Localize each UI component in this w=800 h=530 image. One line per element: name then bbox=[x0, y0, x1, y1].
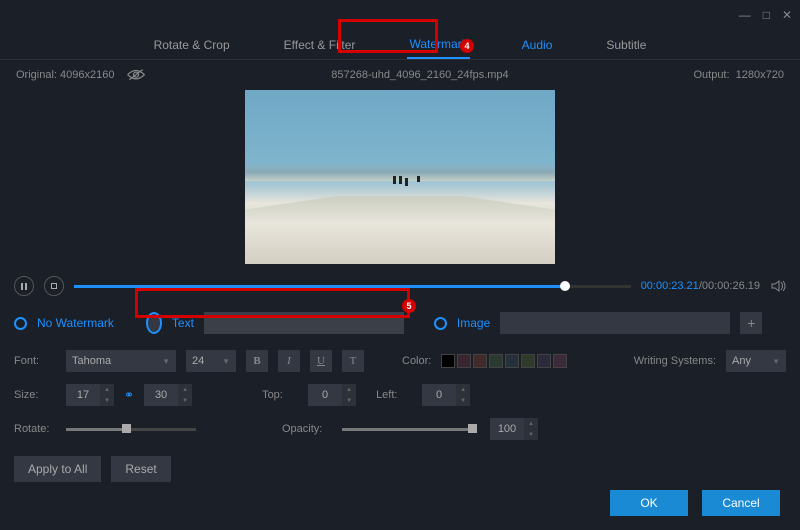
video-preview bbox=[245, 90, 555, 264]
opacity-slider[interactable] bbox=[342, 428, 472, 431]
rotate-slider[interactable] bbox=[66, 428, 196, 431]
chevron-down-icon[interactable]: ▼ bbox=[178, 395, 192, 406]
original-resolution: 4096x2160 bbox=[60, 69, 114, 81]
add-image-button[interactable]: + bbox=[740, 312, 762, 334]
annotation-badge-5: 5 bbox=[402, 299, 416, 313]
font-size-select[interactable]: 24▼ bbox=[186, 350, 236, 372]
chevron-down-icon[interactable]: ▼ bbox=[524, 429, 538, 440]
chevron-down-icon: ▼ bbox=[162, 357, 170, 366]
output-resolution: 1280x720 bbox=[736, 69, 784, 81]
color-swatch[interactable] bbox=[521, 354, 535, 368]
color-label: Color: bbox=[402, 355, 431, 367]
time-current: 00:00:23.21 bbox=[641, 280, 699, 292]
font-label: Font: bbox=[14, 355, 56, 367]
tab-effect-filter[interactable]: Effect & Filter bbox=[282, 32, 358, 58]
link-icon[interactable]: ⚭ bbox=[124, 388, 134, 402]
chevron-down-icon[interactable]: ▼ bbox=[100, 395, 114, 406]
time-duration: 00:00:26.19 bbox=[702, 280, 760, 292]
color-swatch[interactable] bbox=[537, 354, 551, 368]
apply-to-all-button[interactable]: Apply to All bbox=[14, 456, 101, 482]
color-swatch[interactable] bbox=[489, 354, 503, 368]
minimize-button[interactable]: — bbox=[739, 8, 751, 22]
tab-rotate-crop[interactable]: Rotate & Crop bbox=[152, 32, 232, 58]
color-swatch[interactable] bbox=[441, 354, 455, 368]
font-family-select[interactable]: Tahoma▼ bbox=[66, 350, 176, 372]
cancel-button[interactable]: Cancel bbox=[702, 490, 780, 516]
reset-button[interactable]: Reset bbox=[111, 456, 170, 482]
strikethrough-button[interactable]: T bbox=[342, 350, 364, 372]
chevron-up-icon[interactable]: ▲ bbox=[100, 384, 114, 395]
height-stepper[interactable]: 30▲▼ bbox=[144, 384, 192, 406]
chevron-down-icon[interactable]: ▼ bbox=[342, 395, 356, 406]
tab-audio[interactable]: Audio bbox=[520, 32, 555, 58]
chevron-up-icon[interactable]: ▲ bbox=[342, 384, 356, 395]
color-swatch[interactable] bbox=[473, 354, 487, 368]
chevron-up-icon[interactable]: ▲ bbox=[178, 384, 192, 395]
left-label: Left: bbox=[376, 389, 412, 401]
original-label: Original: bbox=[16, 69, 57, 81]
chevron-up-icon[interactable]: ▲ bbox=[524, 418, 538, 429]
color-swatches bbox=[441, 354, 567, 368]
chevron-down-icon[interactable]: ▼ bbox=[456, 395, 470, 406]
top-label: Top: bbox=[262, 389, 298, 401]
text-watermark-input[interactable] bbox=[204, 312, 404, 334]
writing-systems-select[interactable]: Any▼ bbox=[726, 350, 786, 372]
chevron-down-icon: ▼ bbox=[222, 357, 230, 366]
opacity-stepper[interactable]: 100▲▼ bbox=[490, 418, 538, 440]
writing-systems-label: Writing Systems: bbox=[634, 355, 716, 367]
color-swatch[interactable] bbox=[505, 354, 519, 368]
maximize-button[interactable]: □ bbox=[763, 8, 770, 22]
image-path-field[interactable] bbox=[500, 312, 730, 334]
ok-button[interactable]: OK bbox=[610, 490, 688, 516]
size-label: Size: bbox=[14, 389, 56, 401]
pause-button[interactable] bbox=[14, 276, 34, 296]
text-watermark-label[interactable]: Text bbox=[172, 316, 194, 330]
bold-button[interactable]: B bbox=[246, 350, 268, 372]
stop-button[interactable] bbox=[44, 276, 64, 296]
opacity-label: Opacity: bbox=[282, 423, 332, 435]
filename-label: 857268-uhd_4096_2160_24fps.mp4 bbox=[146, 69, 693, 81]
close-button[interactable]: ✕ bbox=[782, 8, 792, 22]
width-stepper[interactable]: 17▲▼ bbox=[66, 384, 114, 406]
radio-text-watermark[interactable] bbox=[146, 312, 162, 334]
rotate-label: Rotate: bbox=[14, 423, 56, 435]
top-stepper[interactable]: 0▲▼ bbox=[308, 384, 356, 406]
tab-subtitle[interactable]: Subtitle bbox=[604, 32, 648, 58]
underline-button[interactable]: U bbox=[310, 350, 332, 372]
image-watermark-label[interactable]: Image bbox=[457, 316, 490, 330]
italic-button[interactable]: I bbox=[278, 350, 300, 372]
chevron-down-icon: ▼ bbox=[772, 357, 780, 366]
chevron-up-icon[interactable]: ▲ bbox=[456, 384, 470, 395]
color-swatch[interactable] bbox=[553, 354, 567, 368]
timeline-slider[interactable] bbox=[74, 285, 631, 288]
color-swatch[interactable] bbox=[457, 354, 471, 368]
volume-icon[interactable] bbox=[770, 278, 786, 294]
left-stepper[interactable]: 0▲▼ bbox=[422, 384, 470, 406]
radio-image-watermark[interactable] bbox=[434, 317, 447, 330]
annotation-badge-4: 4 bbox=[460, 39, 474, 53]
no-watermark-label[interactable]: No Watermark bbox=[37, 316, 114, 330]
eye-slash-icon[interactable] bbox=[126, 68, 146, 82]
radio-no-watermark[interactable] bbox=[14, 317, 27, 330]
output-label: Output: bbox=[693, 69, 729, 81]
